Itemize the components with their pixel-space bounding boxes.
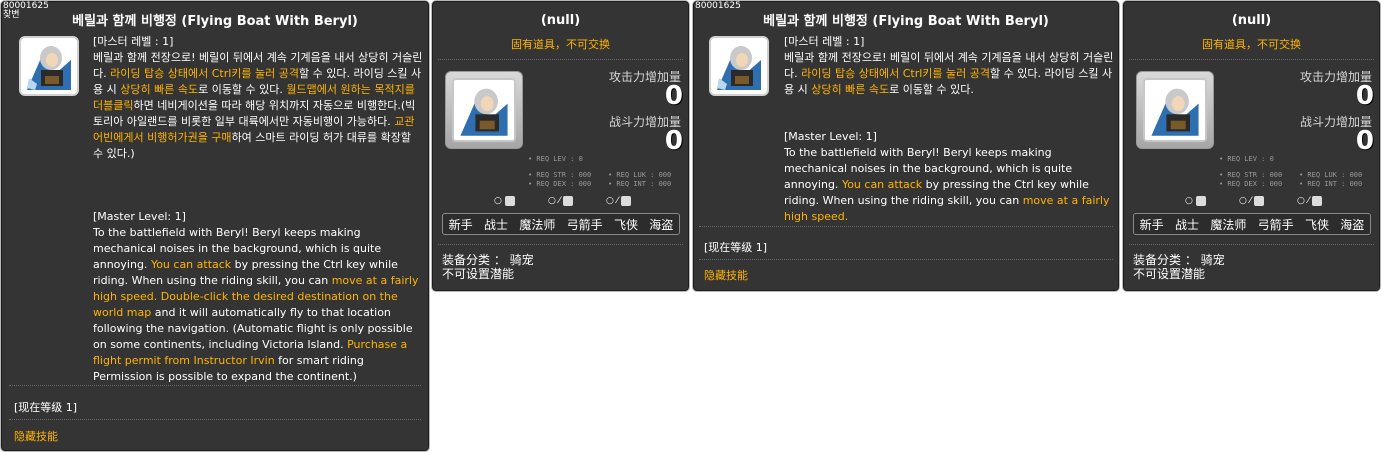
- req-pop: ○: [1185, 196, 1206, 206]
- combat-power-label: 战斗力增加量: [1299, 115, 1372, 129]
- req-dex: • REQ DEX : 000: [1219, 180, 1283, 188]
- req-durability: ○ ⁄: [1297, 196, 1323, 206]
- description-text: 하면 네비게이션을 따라 해당 위치까지 자동으로 비행한다.(빅토리아 아일랜…: [93, 99, 416, 128]
- req-durability: ○ ⁄: [606, 196, 632, 206]
- highlight-text: You can attack: [841, 178, 923, 191]
- job-magician: 魔法师: [519, 217, 556, 232]
- job-archer: 弓箭手: [566, 217, 603, 232]
- no-potential: 不可设置潜能: [1133, 267, 1206, 281]
- no-potential: 不可设置潜能: [442, 267, 515, 281]
- skill-description-english: [Master Level: 1] To the battlefield with…: [93, 209, 423, 385]
- pop-icon: [504, 196, 515, 206]
- attack-increase-label: 攻击力增加量: [1299, 70, 1372, 84]
- attack-increase-value: 0: [664, 81, 683, 111]
- durability-icon: [1312, 196, 1323, 206]
- attack-increase-label: 攻击力增加量: [608, 70, 681, 84]
- job-beginner: 新手: [448, 217, 473, 232]
- req-dex: • REQ DEX : 000: [528, 180, 592, 188]
- untradeable-label: 固有道具，不可交换: [511, 38, 610, 51]
- beryl-rider-icon: [1143, 78, 1207, 142]
- job-magician: 魔法师: [1210, 217, 1247, 232]
- skill-title: 베릴과 함께 비행정 (Flying Boat With Beryl): [763, 14, 1049, 29]
- req-level: • REQ LEV : 0: [1219, 155, 1274, 163]
- job-beginner: 新手: [1139, 217, 1164, 232]
- highlight-text: 상당히 빠른 속도: [811, 83, 890, 96]
- null-title: (null): [540, 13, 581, 28]
- combat-power-value: 0: [664, 126, 683, 156]
- item-icon-frame: [1136, 71, 1214, 149]
- job-archer: 弓箭手: [1257, 217, 1294, 232]
- highlight-text: 라이딩 탑승 상태에서 Ctrl키를 눌러 공격: [801, 67, 990, 80]
- highlight-text: You can attack: [150, 258, 232, 271]
- description-text: 로 이동할 수 있다.: [889, 83, 974, 96]
- highlight-text: 라이딩 탑승 상태에서 Ctrl키를 눌러 공격: [110, 67, 299, 80]
- divider: [438, 244, 683, 245]
- hidden-skill-label: 隐藏技能: [14, 430, 58, 443]
- highlight-text: 상당히 빠른 속도: [120, 83, 199, 96]
- skill-description-english: [Master Level: 1] To the battlefield with…: [784, 129, 1114, 225]
- skill-tooltip-panel-short: 80001625 베릴과 함께 비행정 (Flying Boat With Be…: [692, 0, 1120, 292]
- skill-badge-icon: [1254, 196, 1265, 206]
- divider: [699, 259, 1113, 260]
- req-str: • REQ STR : 000: [528, 171, 592, 179]
- attack-increase-value: 0: [1355, 81, 1374, 111]
- beryl-rider-icon: [709, 36, 769, 96]
- req-pop: ○: [494, 196, 515, 206]
- req-level: • REQ LEV : 0: [528, 155, 583, 163]
- skill-tooltip-panel: 80001625 찾변 베릴과 함께 비행정 (Flying Boat With…: [0, 0, 430, 452]
- req-luk: • REQ LUK : 000: [1299, 171, 1363, 179]
- divider: [699, 226, 1113, 227]
- divider: [9, 385, 421, 386]
- equip-type: 装备分类 ： 骑宠: [442, 253, 534, 267]
- description-text: [Master Level: 1]: [784, 130, 877, 143]
- req-skill: ○ ⁄: [1239, 196, 1265, 206]
- current-level: [现在等级 1]: [704, 241, 768, 254]
- req-str: • REQ STR : 000: [1219, 171, 1283, 179]
- equip-stats-panel-2: (null) 固有道具，不可交换 攻击力增加量 0 战斗力增加量 0 • REQ…: [1122, 0, 1381, 292]
- divider: [9, 419, 421, 420]
- job-pirate: 海盗: [649, 217, 674, 232]
- beryl-rider-icon: [452, 78, 516, 142]
- divider: [438, 59, 683, 60]
- job-warrior: 战士: [1174, 217, 1199, 232]
- description-text: [마스터 레벨 : 1]: [93, 35, 174, 48]
- divider: [1129, 244, 1374, 245]
- combat-power-label: 战斗力增加量: [608, 115, 681, 129]
- skill-description-korean: [마스터 레벨 : 1] 베릴과 함께 전장으로! 베릴이 뒤에서 계속 기계음을…: [93, 34, 423, 162]
- pop-icon: [1195, 196, 1206, 206]
- job-bar: 新手 战士 魔法师 弓箭手 飞侠 海盗: [1133, 213, 1371, 235]
- skill-badge-icon: [563, 196, 574, 206]
- untradeable-label: 固有道具，不可交换: [1202, 38, 1301, 51]
- job-bar: 新手 战士 魔法师 弓箭手 飞侠 海盗: [442, 213, 680, 235]
- req-skill: ○ ⁄: [548, 196, 574, 206]
- divider: [1129, 59, 1374, 60]
- description-text: [마스터 레벨 : 1]: [784, 35, 865, 48]
- description-text: [Master Level: 1]: [93, 210, 186, 223]
- current-level: [现在等级 1]: [14, 401, 78, 414]
- item-icon-frame: [445, 71, 523, 149]
- skill-description-korean: [마스터 레벨 : 1] 베릴과 함께 전장으로! 베릴이 뒤에서 계속 기계음을…: [784, 34, 1114, 98]
- skill-title: 베릴과 함께 비행정 (Flying Boat With Beryl): [72, 14, 358, 29]
- job-warrior: 战士: [483, 217, 508, 232]
- combat-power-value: 0: [1355, 126, 1374, 156]
- req-int: • REQ INT : 000: [608, 180, 672, 188]
- equip-type: 装备分类 ： 骑宠: [1133, 253, 1225, 267]
- beryl-rider-icon: [19, 36, 79, 96]
- equip-stats-panel: (null) 固有道具，不可交换 攻击力增加量 0 战斗力增加量 0 • REQ…: [431, 0, 690, 292]
- durability-icon: [621, 196, 632, 206]
- null-title: (null): [1231, 13, 1272, 28]
- req-int: • REQ INT : 000: [1299, 180, 1363, 188]
- req-luk: • REQ LUK : 000: [608, 171, 672, 179]
- job-pirate: 海盗: [1340, 217, 1365, 232]
- description-text: 로 이동할 수 있다.: [198, 83, 287, 96]
- job-thief: 飞侠: [613, 217, 638, 232]
- job-thief: 飞侠: [1304, 217, 1329, 232]
- hidden-skill-label: 隐藏技能: [704, 269, 748, 282]
